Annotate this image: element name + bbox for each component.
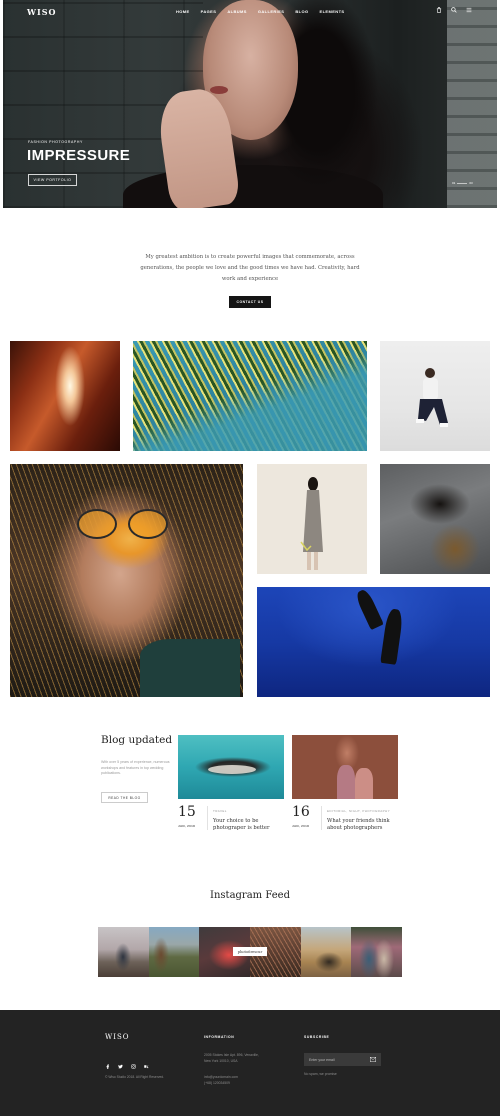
blog-post-2-divider <box>321 806 322 830</box>
menu-item-albums[interactable]: ALBUMS <box>227 9 247 14</box>
blog-post-2-headline[interactable]: What your friends think about photograph… <box>327 818 397 832</box>
teal-jacket <box>140 639 240 697</box>
menu-item-pages[interactable]: PAGES <box>201 9 217 14</box>
menu-item-galleries[interactable]: GALLERIES <box>258 9 285 14</box>
blog-post-2-image[interactable] <box>292 735 398 799</box>
blog-post-1-image[interactable] <box>178 735 284 799</box>
sitting-woman-figure <box>416 368 448 427</box>
footer-logo[interactable]: WISO <box>105 1033 130 1041</box>
subscribe-email-placeholder: Enter your email <box>309 1057 335 1062</box>
footer-social-icons <box>105 1064 149 1069</box>
instagram-photo-2[interactable] <box>148 927 200 977</box>
couple-person-left <box>337 765 355 799</box>
blog-post-2-day: 16 <box>292 804 310 820</box>
site-logo[interactable]: WISO <box>27 7 56 17</box>
hero-title: IMPRESSURE <box>27 147 131 164</box>
sunglass-lens-right <box>128 509 168 539</box>
footer-phone[interactable]: (+68) 120034509 <box>204 1081 230 1086</box>
penguin-belly <box>208 765 256 774</box>
search-icon[interactable] <box>451 7 457 13</box>
footer-address-line1: 2005 Stokes Isle Apt. 896, Venaville, <box>204 1053 259 1057</box>
instagram-handle-badge[interactable]: photo6rescur <box>233 947 267 956</box>
pager-line <box>457 182 468 184</box>
gallery-photo-sunglasses-woman[interactable] <box>10 464 243 697</box>
twitter-icon[interactable] <box>118 1064 123 1069</box>
bag-icon[interactable] <box>436 7 442 13</box>
gallery-photo-standing-woman[interactable] <box>257 464 367 574</box>
footer-address-line2: New York 10010, USA <box>204 1059 238 1063</box>
facebook-icon[interactable] <box>105 1064 110 1069</box>
blog-post-2-date: JAN, 2018 <box>292 824 310 828</box>
instagram-photo-5[interactable] <box>300 927 352 977</box>
hero-subtitle: FASHION PHOTOGRAPHY <box>28 140 83 144</box>
hero-slider-pager[interactable]: 01 03 <box>452 181 473 185</box>
menu-icon[interactable] <box>466 7 472 13</box>
gallery-photo-underwater-diver[interactable] <box>257 587 490 697</box>
pager-current: 01 <box>452 181 456 185</box>
blog-section-title: Blog updated <box>101 734 173 746</box>
blog-section-text: With over 5 years of experience, numerou… <box>101 760 170 776</box>
instagram-icon[interactable] <box>131 1064 136 1069</box>
hero-banner <box>3 0 497 208</box>
couple-person-right <box>355 768 373 799</box>
blog-post-1-day: 15 <box>178 804 196 820</box>
hero-model-lips <box>210 86 228 94</box>
gallery-photo-palm-leaf[interactable] <box>133 341 367 451</box>
blog-post-1-headline[interactable]: Your choice to be photograper is better <box>213 818 283 832</box>
palm-sky-overlay <box>133 341 367 451</box>
contact-us-button[interactable]: CONTACT US <box>229 296 271 308</box>
diver-fin-right <box>380 608 404 665</box>
pager-total: 03 <box>469 181 473 185</box>
gallery-photo-lying-woman[interactable] <box>380 464 490 574</box>
footer-email[interactable]: info@yourdomain.com <box>204 1075 238 1080</box>
menu-item-home[interactable]: HOME <box>176 9 190 14</box>
top-navigation: WISO HOME PAGES ALBUMS GALLERIES BLOG EL… <box>0 0 500 22</box>
intro-text: My greatest ambition is to create powerf… <box>140 254 360 282</box>
main-menu: HOME PAGES ALBUMS GALLERIES BLOG ELEMENT… <box>176 9 344 14</box>
instagram-photo-1[interactable] <box>98 927 149 977</box>
instagram-photo-6[interactable] <box>351 927 403 977</box>
read-the-blog-button[interactable]: READ THE BLOG <box>101 792 148 803</box>
gallery-photo-sitting-woman[interactable] <box>380 341 490 451</box>
blog-post-1-divider <box>207 806 208 830</box>
door-background <box>447 0 497 208</box>
nav-icons <box>436 7 472 13</box>
footer-information-heading: INFORMATION <box>204 1035 235 1039</box>
footer <box>0 1010 500 1116</box>
behance-icon[interactable] <box>144 1064 149 1069</box>
blog-post-2-category[interactable]: EDITORIAL, NIGHT, PHOTOGRAPHY <box>327 809 390 813</box>
gallery-photo-canyon[interactable] <box>10 341 120 451</box>
menu-item-blog[interactable]: BLOG <box>295 9 308 14</box>
standing-woman-figure <box>300 477 323 570</box>
footer-subscribe-heading: SUBSCRIBE <box>304 1035 330 1039</box>
menu-item-elements[interactable]: ELEMENTS <box>320 9 345 14</box>
blog-post-1-date: JAN, 2018 <box>178 824 196 828</box>
diver-fin-left <box>354 587 384 631</box>
subscribe-email-input[interactable]: Enter your email <box>304 1053 381 1066</box>
envelope-icon[interactable] <box>370 1057 376 1062</box>
footer-spam-note: No spam, we promise <box>304 1072 337 1076</box>
blog-post-1-category[interactable]: TRAVEL <box>213 809 227 813</box>
instagram-feed-title: Instagram Feed <box>210 890 290 901</box>
view-portfolio-button[interactable]: VIEW PORTFOLIO <box>28 174 77 186</box>
sunglass-lens-left <box>77 509 117 539</box>
footer-copyright: © Wiso Studio 2018. All Right Reserved. <box>105 1075 165 1079</box>
